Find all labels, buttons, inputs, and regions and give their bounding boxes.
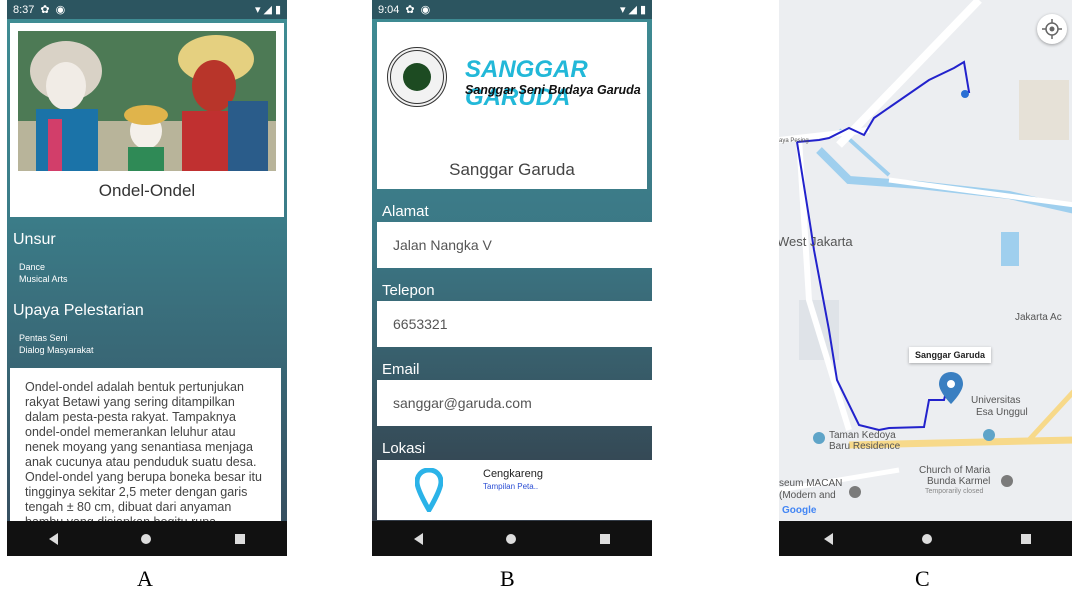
caption-c: C xyxy=(915,566,930,591)
header-card: Ondel-Ondel xyxy=(10,23,284,217)
map-label: West Jakarta xyxy=(779,234,853,249)
map-label: Taman Kedoya xyxy=(829,430,896,441)
map-canvas xyxy=(779,0,1072,521)
location-name: Cengkareng xyxy=(483,468,543,480)
crosshair-icon xyxy=(1042,19,1062,39)
location-card[interactable]: Cengkareng Tampilan Peta.. xyxy=(377,460,652,520)
map-label: Universitas xyxy=(971,395,1021,406)
page-title: Ondel-Ondel xyxy=(98,181,196,200)
section-heading-unsur: Unsur xyxy=(13,231,56,248)
back-icon[interactable] xyxy=(823,532,833,545)
telepon-label: Telepon xyxy=(382,282,435,299)
garuda-logo xyxy=(387,47,447,107)
recents-icon[interactable] xyxy=(600,533,611,544)
map-view[interactable]: West Jakarta Jakarta Ac Universitas Esa … xyxy=(779,0,1072,521)
map-label: Bunda Karmel xyxy=(927,476,991,487)
description-card[interactable]: Ondel-ondel adalah bentuk pertunjukan ra… xyxy=(10,368,281,528)
signal-icon: ◢ xyxy=(628,4,637,16)
unsur-item: Dance xyxy=(19,262,46,272)
settings-icon: ✿ xyxy=(405,4,415,16)
map-label: seum MACAN xyxy=(779,478,843,489)
recents-icon[interactable] xyxy=(1020,533,1031,544)
detail-content: SANGGAR GARUDA Sanggar Seni Budaya Garud… xyxy=(372,19,652,521)
notification-icon: ◉ xyxy=(420,4,431,16)
battery-icon: ▮ xyxy=(639,4,646,16)
home-icon[interactable] xyxy=(921,533,932,544)
status-bar: 8:37 ✿ ◉ ▾ ◢ ▮ xyxy=(7,0,287,19)
description-text: Ondel-ondel adalah bentuk pertunjukan ra… xyxy=(25,380,262,528)
settings-icon: ✿ xyxy=(40,4,50,16)
brand-subtitle: Sanggar Seni Budaya Garuda xyxy=(465,83,641,97)
battery-icon: ▮ xyxy=(274,4,281,16)
upaya-item: Dialog Masyarakat xyxy=(19,345,94,355)
wifi-icon: ▾ xyxy=(254,4,261,16)
view-map-link[interactable]: Tampilan Peta.. xyxy=(483,482,538,491)
map-label: aya Pesing xyxy=(779,138,809,144)
nav-bar xyxy=(779,521,1072,556)
map-pin-icon xyxy=(415,468,443,512)
alamat-field: Jalan Nangka V xyxy=(377,222,652,268)
lokasi-label: Lokasi xyxy=(382,440,426,457)
status-time: 8:37 xyxy=(13,3,35,16)
marker-info-window[interactable]: Sanggar Garuda xyxy=(909,347,992,363)
wifi-icon: ▾ xyxy=(619,4,626,16)
map-label: (Modern and xyxy=(779,490,836,501)
nav-bar xyxy=(7,521,287,556)
nav-bar xyxy=(372,521,652,556)
caption-a: A xyxy=(137,566,153,591)
status-bar: 9:04 ✿ ◉ ▾ ◢ ▮ xyxy=(372,0,652,19)
screen-a: 8:37 ✿ ◉ ▾ ◢ ▮ Ondel-Ondel Unsur Dance M… xyxy=(7,0,287,556)
screen-b: 9:04 ✿ ◉ ▾ ◢ ▮ SANGGAR GARUDA Sanggar Se… xyxy=(372,0,652,556)
map-label: Esa Unggul xyxy=(976,407,1028,418)
ondel-ondel-photo xyxy=(18,31,276,171)
telepon-field[interactable]: 6653321 xyxy=(377,301,652,347)
header-card: SANGGAR GARUDA Sanggar Seni Budaya Garud… xyxy=(377,22,647,189)
my-location-button[interactable] xyxy=(1037,14,1067,44)
home-icon[interactable] xyxy=(506,533,517,544)
google-logo: Google xyxy=(782,505,817,516)
map-label: Baru Residence xyxy=(829,441,901,452)
caption-b: B xyxy=(500,566,515,591)
email-label: Email xyxy=(382,361,420,378)
signal-icon: ◢ xyxy=(263,4,272,16)
page-title: Sanggar Garuda xyxy=(449,160,575,179)
unsur-item: Musical Arts xyxy=(19,274,68,284)
map-label: Temporarily closed xyxy=(925,488,984,495)
recents-icon[interactable] xyxy=(235,533,246,544)
notification-icon: ◉ xyxy=(55,4,66,16)
garuda-emblem-icon xyxy=(403,63,431,91)
detail-content: Ondel-Ondel Unsur Dance Musical Arts Upa… xyxy=(7,19,287,528)
map-label: Church of Maria xyxy=(919,465,991,476)
screen-c: West Jakarta Jakarta Ac Universitas Esa … xyxy=(779,0,1072,556)
home-icon[interactable] xyxy=(141,533,152,544)
status-time: 9:04 xyxy=(378,3,400,16)
back-icon[interactable] xyxy=(413,532,423,545)
map-label: Jakarta Ac xyxy=(1015,312,1062,323)
section-heading-upaya: Upaya Pelestarian xyxy=(13,302,144,319)
upaya-item: Pentas Seni xyxy=(19,333,68,343)
alamat-label: Alamat xyxy=(382,203,429,220)
email-field[interactable]: sanggar@garuda.com xyxy=(377,380,652,426)
back-icon[interactable] xyxy=(48,532,58,545)
